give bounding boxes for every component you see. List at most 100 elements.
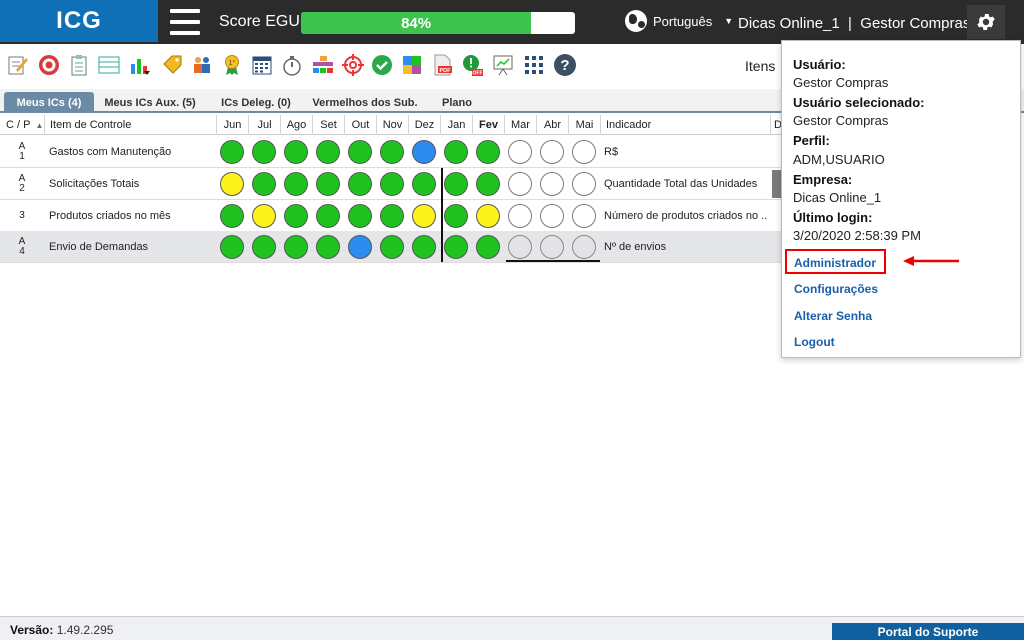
column-month-jan[interactable]: Jan: [440, 115, 472, 135]
configuracoes-link[interactable]: Configurações: [794, 282, 878, 296]
status-dot-dez[interactable]: [412, 204, 436, 228]
column-month-nov[interactable]: Nov: [376, 115, 408, 135]
status-dot-abr[interactable]: [540, 235, 564, 259]
column-month-set[interactable]: Set: [312, 115, 344, 135]
status-dot-dez[interactable]: [412, 172, 436, 196]
status-dot-mai[interactable]: [572, 140, 596, 164]
status-dot-ago[interactable]: [284, 204, 308, 228]
status-dot-dez[interactable]: [412, 140, 436, 164]
item-name[interactable]: Produtos criados no mês: [49, 200, 214, 231]
presentation-icon[interactable]: [491, 53, 515, 77]
table-row[interactable]: A 2 Solicitações Totais Quantidade Total da…: [0, 168, 782, 200]
pdf-icon[interactable]: PDF: [430, 53, 454, 77]
column-month-abr[interactable]: Abr: [536, 115, 568, 135]
calendar-icon[interactable]: [250, 53, 274, 77]
status-dot-out[interactable]: [348, 140, 372, 164]
status-dot-abr[interactable]: [540, 204, 564, 228]
table-row[interactable]: A 1 Gastos com Manutenção R$: [0, 136, 782, 168]
status-dot-jan[interactable]: [444, 204, 468, 228]
check-icon[interactable]: [370, 53, 394, 77]
logout-link[interactable]: Logout: [794, 335, 835, 349]
status-dot-set[interactable]: [316, 172, 340, 196]
settings-button[interactable]: [967, 5, 1005, 39]
tags-icon[interactable]: [160, 53, 184, 77]
portal-suporte-button[interactable]: Portal do Suporte: [832, 623, 1024, 640]
status-dot-jul[interactable]: [252, 235, 276, 259]
item-name[interactable]: Envio de Demandas: [49, 231, 214, 262]
tab-ics-deleg[interactable]: ICs Deleg. (0): [214, 92, 298, 113]
column-month-out[interactable]: Out: [344, 115, 376, 135]
status-dot-mar[interactable]: [508, 172, 532, 196]
edit-icon[interactable]: [6, 53, 30, 77]
alterar-senha-link[interactable]: Alterar Senha: [794, 309, 872, 323]
status-dot-mai[interactable]: [572, 235, 596, 259]
stopwatch-icon[interactable]: [280, 53, 304, 77]
status-dot-mai[interactable]: [572, 204, 596, 228]
column-indicador[interactable]: Indicador: [600, 115, 770, 135]
column-month-fev[interactable]: Fev: [472, 115, 504, 135]
tab-meus-ics[interactable]: Meus ICs (4): [4, 92, 94, 113]
column-month-dez[interactable]: Dez: [408, 115, 440, 135]
column-month-jul[interactable]: Jul: [248, 115, 280, 135]
hierarchy-icon[interactable]: [311, 53, 335, 77]
tab-vermelhos-sub[interactable]: Vermelhos dos Sub.: [312, 92, 418, 113]
target-icon[interactable]: [37, 53, 61, 77]
tab-meus-ics-aux[interactable]: Meus ICs Aux. (5): [100, 92, 200, 113]
clipboard-icon[interactable]: [67, 53, 91, 77]
status-dot-fev[interactable]: [476, 172, 500, 196]
status-dot-jun[interactable]: [220, 235, 244, 259]
chart-down-icon[interactable]: [128, 53, 152, 77]
status-dot-jun[interactable]: [220, 172, 244, 196]
status-dot-out[interactable]: [348, 204, 372, 228]
logo[interactable]: ICG: [0, 0, 158, 42]
crosshair-icon[interactable]: [341, 53, 365, 77]
status-dot-ago[interactable]: [284, 140, 308, 164]
status-dot-out[interactable]: [348, 235, 372, 259]
status-dot-jun[interactable]: [220, 140, 244, 164]
status-dot-set[interactable]: [316, 204, 340, 228]
status-dot-jan[interactable]: [444, 235, 468, 259]
puzzle-icon[interactable]: [400, 53, 424, 77]
language-selector[interactable]: Português ▼: [625, 10, 733, 32]
status-dot-jul[interactable]: [252, 140, 276, 164]
column-month-ago[interactable]: Ago: [280, 115, 312, 135]
status-dot-ago[interactable]: [284, 235, 308, 259]
list-icon[interactable]: [97, 53, 121, 77]
alert-off-icon[interactable]: OFF: [460, 53, 484, 77]
status-dot-mar[interactable]: [508, 140, 532, 164]
help-icon[interactable]: ?: [553, 53, 577, 77]
status-dot-jul[interactable]: [252, 172, 276, 196]
table-row[interactable]: 3 Produtos criados no mês Número de produt…: [0, 200, 782, 232]
status-dot-jan[interactable]: [444, 140, 468, 164]
item-name[interactable]: Gastos com Manutenção: [49, 136, 214, 167]
status-dot-set[interactable]: [316, 140, 340, 164]
company-user-label[interactable]: Dicas Online_1 | Gestor Compras: [738, 15, 970, 32]
status-dot-ago[interactable]: [284, 172, 308, 196]
grid-icon[interactable]: [522, 53, 546, 77]
status-dot-jun[interactable]: [220, 204, 244, 228]
status-dot-mar[interactable]: [508, 235, 532, 259]
column-cp[interactable]: C / P ▲: [0, 115, 44, 135]
status-dot-nov[interactable]: [380, 172, 404, 196]
medal-icon[interactable]: 1°: [220, 53, 244, 77]
status-dot-dez[interactable]: [412, 235, 436, 259]
status-dot-abr[interactable]: [540, 172, 564, 196]
status-dot-jul[interactable]: [252, 204, 276, 228]
status-dot-mar[interactable]: [508, 204, 532, 228]
column-month-jun[interactable]: Jun: [216, 115, 248, 135]
item-name[interactable]: Solicitações Totais: [49, 168, 214, 199]
status-dot-jan[interactable]: [444, 172, 468, 196]
status-dot-nov[interactable]: [380, 204, 404, 228]
people-icon[interactable]: [190, 53, 214, 77]
table-row[interactable]: A 4 Envio de Demandas Nº de envios: [0, 231, 782, 263]
status-dot-nov[interactable]: [380, 235, 404, 259]
status-dot-nov[interactable]: [380, 140, 404, 164]
column-month-mai[interactable]: Mai: [568, 115, 600, 135]
status-dot-mai[interactable]: [572, 172, 596, 196]
tab-plano[interactable]: Plano: [432, 92, 482, 113]
column-item[interactable]: Item de Controle: [44, 115, 216, 135]
status-dot-fev[interactable]: [476, 204, 500, 228]
menu-icon[interactable]: [170, 9, 200, 35]
status-dot-abr[interactable]: [540, 140, 564, 164]
status-dot-fev[interactable]: [476, 235, 500, 259]
